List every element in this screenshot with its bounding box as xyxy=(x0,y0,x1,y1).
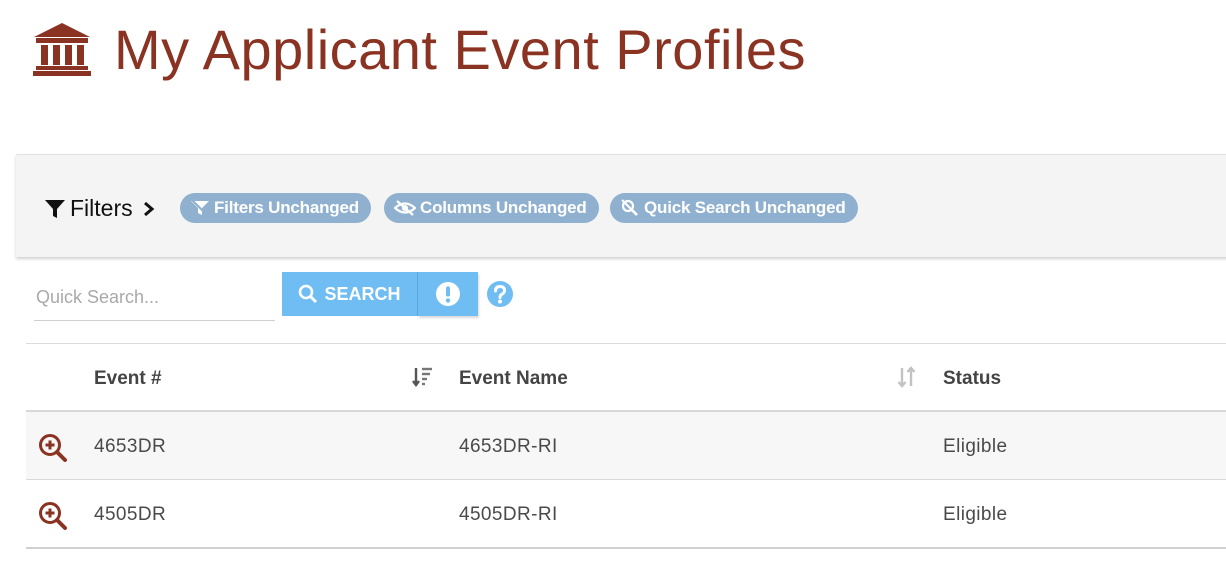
hidden-eye-icon xyxy=(394,200,416,216)
chip-label: Filters Unchanged xyxy=(214,198,359,217)
zoom-in-icon[interactable] xyxy=(38,433,68,463)
exclamation-circle-icon xyxy=(436,282,460,306)
column-header-event-name[interactable]: Event Name xyxy=(459,368,568,390)
filter-icon xyxy=(45,199,65,218)
search-alert-button[interactable] xyxy=(418,272,478,316)
search-off-icon xyxy=(621,199,638,216)
filters-toggle-label: Filters xyxy=(70,195,133,221)
status-cell: Eligible xyxy=(943,504,1008,525)
chip-label: Quick Search Unchanged xyxy=(644,198,846,217)
search-icon xyxy=(299,284,318,304)
help-icon[interactable] xyxy=(486,280,514,313)
page-header: My Applicant Event Profiles xyxy=(32,14,806,84)
status-cell: Eligible xyxy=(943,436,1008,457)
chip-label: Columns Unchanged xyxy=(420,198,587,217)
column-header-status[interactable]: Status xyxy=(943,368,1001,390)
search-button[interactable]: SEARCH xyxy=(282,272,418,316)
search-button-label: SEARCH xyxy=(324,283,401,304)
sort-descending-icon[interactable] xyxy=(412,366,434,388)
columns-unchanged-chip: Columns Unchanged xyxy=(384,193,599,223)
page-title: My Applicant Event Profiles xyxy=(114,17,807,81)
event-number-cell: 4505DR xyxy=(94,504,167,525)
filters-unchanged-chip: Filters Unchanged xyxy=(180,193,371,223)
column-header-event-number[interactable]: Event # xyxy=(94,368,162,390)
filter-bar: Filters Filters Unchanged Columns Unchan… xyxy=(16,154,1226,257)
events-table: Event # Event Name Status 4653DR 4653DR-… xyxy=(26,343,1226,549)
table-row: 4653DR 4653DR-RI Eligible xyxy=(26,412,1226,480)
sort-icon[interactable] xyxy=(896,366,918,388)
quick-search-field xyxy=(34,276,279,321)
zoom-in-icon[interactable] xyxy=(38,501,68,531)
filter-off-icon xyxy=(191,199,209,216)
table-row: 4505DR 4505DR-RI Eligible xyxy=(26,480,1226,549)
filters-toggle[interactable]: Filters xyxy=(44,195,157,222)
institution-icon xyxy=(33,23,91,76)
table-header: Event # Event Name Status xyxy=(26,343,1226,412)
quick-search-unchanged-chip: Quick Search Unchanged xyxy=(610,193,858,223)
event-number-cell: 4653DR xyxy=(94,436,167,457)
chevron-right-icon xyxy=(143,201,154,216)
event-name-cell: 4505DR-RI xyxy=(459,504,558,525)
event-name-cell: 4653DR-RI xyxy=(459,436,558,457)
quick-search-input[interactable] xyxy=(34,276,279,318)
